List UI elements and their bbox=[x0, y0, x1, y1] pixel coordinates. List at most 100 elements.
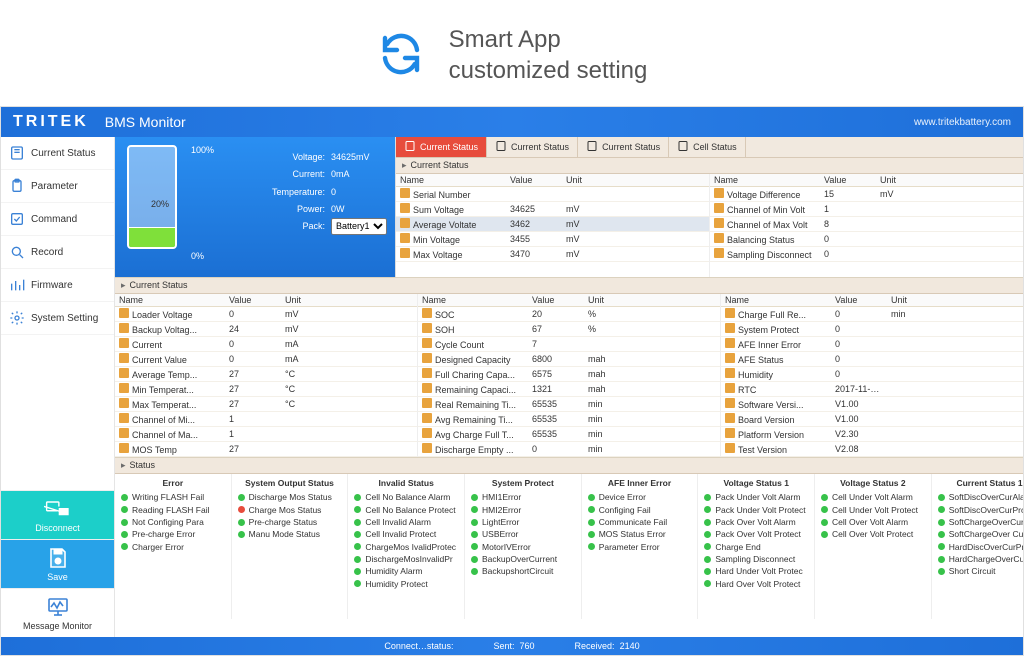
status-item: HardDiscOverCurProtec bbox=[938, 541, 1023, 553]
sidebar-item-current-status[interactable]: Current Status bbox=[1, 137, 114, 170]
table-row[interactable]: Sampling Disconnect0 bbox=[710, 247, 1023, 262]
table-row[interactable]: Charge Full Re...0min bbox=[721, 307, 1023, 322]
table-row[interactable]: Board VersionV1.00 bbox=[721, 412, 1023, 427]
row-value: 0 bbox=[225, 338, 281, 350]
table-row[interactable]: Current Value0mA bbox=[115, 352, 417, 367]
table-row[interactable]: Average Temp...27°C bbox=[115, 367, 417, 382]
status-dot-icon bbox=[938, 494, 945, 501]
row-value: 6800 bbox=[528, 353, 584, 365]
table-row[interactable]: MOS Temp27 bbox=[115, 442, 417, 457]
row-name: Channel of Max Volt bbox=[727, 220, 808, 230]
row-unit: mah bbox=[584, 368, 620, 380]
row-unit bbox=[887, 448, 923, 450]
status-item: Reading FLASH Fail bbox=[121, 504, 225, 516]
lock-icon bbox=[725, 308, 735, 318]
status-dot-icon bbox=[471, 506, 478, 513]
table-row[interactable]: Discharge Empty ...0min bbox=[418, 442, 720, 457]
column-header-unit: Unit bbox=[584, 294, 620, 306]
tab-current-status[interactable]: Current Status bbox=[487, 137, 578, 157]
status-dot-icon bbox=[121, 519, 128, 526]
status-dot-icon bbox=[704, 506, 711, 513]
sidebar-item-parameter[interactable]: Parameter bbox=[1, 170, 114, 203]
hero-caption: Smart App customized setting bbox=[0, 0, 1024, 106]
sidebar-item-command[interactable]: Command bbox=[1, 203, 114, 236]
table-row[interactable]: Voltage Difference15mV bbox=[710, 187, 1023, 202]
row-name: Remaining Capaci... bbox=[435, 385, 516, 395]
row-unit: °C bbox=[281, 368, 317, 380]
status-text: Humidity Alarm bbox=[365, 565, 422, 577]
table-row[interactable]: Loader Voltage0mV bbox=[115, 307, 417, 322]
table-row[interactable]: Max Voltage3470mV bbox=[396, 247, 709, 262]
sidebar-item-label: Command bbox=[31, 214, 77, 225]
reading-label: Power: bbox=[265, 201, 325, 218]
sidebar: Current StatusParameter Command RecordFirm… bbox=[1, 137, 115, 637]
row-unit: mV bbox=[562, 248, 598, 260]
sidebar-item-firmware[interactable]: Firmware bbox=[1, 269, 114, 302]
table-row[interactable]: Average Voltate3462mV bbox=[396, 217, 709, 232]
table-row[interactable]: Test VersionV2.08 bbox=[721, 442, 1023, 457]
table-row[interactable]: Min Voltage3455mV bbox=[396, 232, 709, 247]
row-value: 15 bbox=[820, 188, 876, 200]
table-row[interactable]: Max Temperat...27°C bbox=[115, 397, 417, 412]
table-row[interactable]: Cycle Count7 bbox=[418, 337, 720, 352]
table-row[interactable]: Platform VersionV2.30 bbox=[721, 427, 1023, 442]
table-row[interactable]: Channel of Max Volt8 bbox=[710, 217, 1023, 232]
row-name: Software Versi... bbox=[738, 400, 804, 410]
table-row[interactable]: Channel of Ma...1 bbox=[115, 427, 417, 442]
tool-save[interactable]: Save bbox=[1, 539, 114, 588]
sidebar-item-label: System Setting bbox=[31, 313, 98, 324]
tab-current-status[interactable]: Current Status bbox=[396, 137, 487, 157]
status-text: Reading FLASH Fail bbox=[132, 504, 209, 516]
table-row[interactable]: System Protect0 bbox=[721, 322, 1023, 337]
table-row[interactable]: SOH67% bbox=[418, 322, 720, 337]
row-name: Test Version bbox=[738, 445, 787, 455]
table-row[interactable]: Serial Number bbox=[396, 187, 709, 202]
status-dot-icon bbox=[821, 494, 828, 501]
tab-cell-status[interactable]: Cell Status bbox=[669, 137, 746, 157]
table-row[interactable]: Avg Remaining Ti...65535min bbox=[418, 412, 720, 427]
table-row[interactable]: Software Versi...V1.00 bbox=[721, 397, 1023, 412]
row-name: Avg Charge Full T... bbox=[435, 430, 514, 440]
table-row[interactable]: Channel of Mi...1 bbox=[115, 412, 417, 427]
sidebar-item-record[interactable]: Record bbox=[1, 236, 114, 269]
status-footer: Connect…status: Sent: 760 Received: 2140 bbox=[1, 637, 1023, 655]
sidebar-item-system-setting[interactable]: System Setting bbox=[1, 302, 114, 335]
lock-icon bbox=[400, 203, 410, 213]
status-dot-icon bbox=[938, 531, 945, 538]
table-row[interactable]: Avg Charge Full T...65535min bbox=[418, 427, 720, 442]
status-dot-icon bbox=[588, 543, 595, 550]
table-row[interactable]: Full Charing Capa...6575mah bbox=[418, 367, 720, 382]
table-row[interactable]: Current0mA bbox=[115, 337, 417, 352]
lock-icon bbox=[422, 413, 432, 423]
tab-current-status[interactable]: Current Status bbox=[578, 137, 669, 157]
status-dot-icon bbox=[938, 568, 945, 575]
table-row[interactable]: AFE Status0 bbox=[721, 352, 1023, 367]
lock-icon bbox=[119, 323, 129, 333]
status-dot-icon bbox=[471, 531, 478, 538]
table-row[interactable]: RTC2017-11-04 10:41:34 bbox=[721, 382, 1023, 397]
table-row[interactable]: Backup Voltag...24mV bbox=[115, 322, 417, 337]
table-row[interactable]: Channel of Min Volt1 bbox=[710, 202, 1023, 217]
table-row[interactable]: AFE Inner Error0 bbox=[721, 337, 1023, 352]
status-group: Voltage Status 2Cell Under Volt AlarmCel… bbox=[815, 474, 932, 618]
table-row[interactable]: Sum Voltage34625mV bbox=[396, 202, 709, 217]
readings: Voltage:34625mVCurrent:0mATemperature:0P… bbox=[265, 149, 387, 234]
lock-icon bbox=[119, 353, 129, 363]
table-row[interactable]: Real Remaining Ti...65535min bbox=[418, 397, 720, 412]
tool-disconnect[interactable]: Disconnect bbox=[1, 490, 114, 539]
table-row[interactable]: Min Temperat...27°C bbox=[115, 382, 417, 397]
table-row[interactable]: SOC20% bbox=[418, 307, 720, 322]
tool-label: Save bbox=[5, 572, 110, 582]
table-row[interactable]: Remaining Capaci...1321mah bbox=[418, 382, 720, 397]
lock-icon bbox=[422, 323, 432, 333]
pack-select[interactable]: Battery1 bbox=[331, 218, 387, 235]
table-row[interactable]: Balancing Status0 bbox=[710, 232, 1023, 247]
status-item: BackupshortCircuit bbox=[471, 565, 575, 577]
monitor-icon bbox=[5, 595, 110, 619]
row-name: Designed Capacity bbox=[435, 355, 511, 365]
tool-message-monitor[interactable]: Message Monitor bbox=[1, 588, 114, 637]
table-row[interactable]: Humidity0 bbox=[721, 367, 1023, 382]
table-row[interactable]: Designed Capacity6800mah bbox=[418, 352, 720, 367]
row-value: 6575 bbox=[528, 368, 584, 380]
lock-icon bbox=[725, 443, 735, 453]
